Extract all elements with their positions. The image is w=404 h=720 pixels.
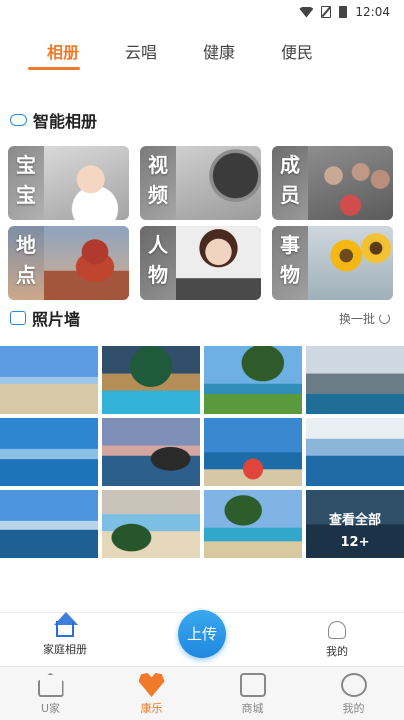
house-icon	[37, 673, 64, 697]
tab-convenience[interactable]: 便民	[258, 36, 336, 76]
refresh-icon	[379, 313, 390, 324]
album-tile-thing[interactable]: 事物	[272, 226, 393, 300]
nav-kangle[interactable]: 康乐	[101, 667, 202, 720]
status-time: 12:04	[355, 5, 390, 19]
photo-thumbnail[interactable]	[204, 346, 302, 414]
smart-album-header: 智能相册	[10, 108, 97, 132]
smile-icon	[340, 673, 367, 697]
album-tile-place[interactable]: 地点	[8, 226, 129, 300]
thing-photo	[308, 226, 393, 300]
album-tile-baby[interactable]: 宝宝	[8, 146, 129, 220]
album-tile-members[interactable]: 成员	[272, 146, 393, 220]
refresh-label: 换一批	[338, 312, 375, 326]
tab-cloud-sing[interactable]: 云唱	[102, 36, 180, 76]
photo-thumbnail[interactable]	[204, 490, 302, 558]
mine-button[interactable]: 我的	[302, 621, 372, 659]
tab-health[interactable]: 健康	[180, 36, 258, 76]
status-bar: 12:04	[0, 0, 404, 24]
album-tile-label: 成员	[280, 153, 300, 207]
place-photo	[44, 226, 129, 300]
nav-ujia-label: U家	[40, 702, 61, 715]
nav-ujia[interactable]: U家	[0, 667, 101, 720]
smart-album-title: 智能相册	[33, 112, 98, 131]
album-tile-label: 地点	[16, 233, 36, 287]
nav-kangle-label: 康乐	[140, 702, 163, 715]
upload-button[interactable]: 上传	[178, 610, 226, 658]
view-all-label: 查看全部 12+	[306, 510, 404, 554]
photo-thumbnail[interactable]	[306, 346, 404, 414]
video-photo	[176, 146, 261, 220]
view-all-text: 查看全部	[328, 513, 381, 528]
photo-thumbnail[interactable]	[306, 418, 404, 486]
photo-thumbnail[interactable]	[0, 490, 98, 558]
nav-shop[interactable]: 商城	[202, 667, 303, 720]
photo-thumbnail[interactable]	[102, 490, 200, 558]
person-photo	[176, 226, 261, 300]
baby-photo	[44, 146, 129, 220]
wifi-icon	[299, 6, 314, 18]
album-tile-label: 宝宝	[16, 153, 36, 207]
smart-album-grid: 宝宝 视频 成员 地点 人物 事物	[8, 146, 394, 300]
no-sim-icon	[321, 6, 332, 18]
photo-thumbnail[interactable]	[204, 418, 302, 486]
photo-thumbnail[interactable]	[102, 346, 200, 414]
family-album-button[interactable]: 家庭相册	[30, 621, 100, 657]
image-icon	[10, 311, 26, 325]
shop-icon	[239, 673, 266, 697]
tab-album[interactable]: 相册	[24, 36, 102, 76]
nav-mine-label: 我的	[342, 702, 365, 715]
family-photo	[308, 146, 393, 220]
album-tile-label: 人物	[148, 233, 168, 287]
bottom-nav: U家 康乐 商城 我的	[0, 666, 404, 720]
album-tile-label: 视频	[148, 153, 168, 207]
refresh-button[interactable]: 换一批	[339, 310, 390, 327]
photo-wall-header: 照片墙	[10, 306, 80, 330]
top-tabs: 相册 云唱 健康 便民	[0, 36, 404, 76]
view-all-count: 12+	[340, 535, 370, 550]
photo-thumbnail[interactable]	[0, 418, 98, 486]
cloud-icon	[10, 114, 27, 126]
photo-wall-grid: 查看全部 12+	[0, 346, 404, 558]
photo-wall-title: 照片墙	[32, 310, 81, 329]
album-tile-person[interactable]: 人物	[140, 226, 261, 300]
family-album-label: 家庭相册	[43, 643, 87, 656]
mine-label: 我的	[326, 645, 348, 658]
battery-icon	[339, 6, 348, 18]
album-tile-video[interactable]: 视频	[140, 146, 261, 220]
user-icon	[328, 621, 346, 639]
heart-icon	[138, 673, 165, 697]
photo-thumbnail[interactable]	[102, 418, 200, 486]
nav-mine[interactable]: 我的	[303, 667, 404, 720]
nav-shop-label: 商城	[241, 702, 264, 715]
photo-thumbnail[interactable]	[0, 346, 98, 414]
home-icon	[56, 621, 74, 637]
view-all-tile[interactable]: 查看全部 12+	[306, 490, 404, 558]
album-tile-label: 事物	[280, 233, 300, 287]
